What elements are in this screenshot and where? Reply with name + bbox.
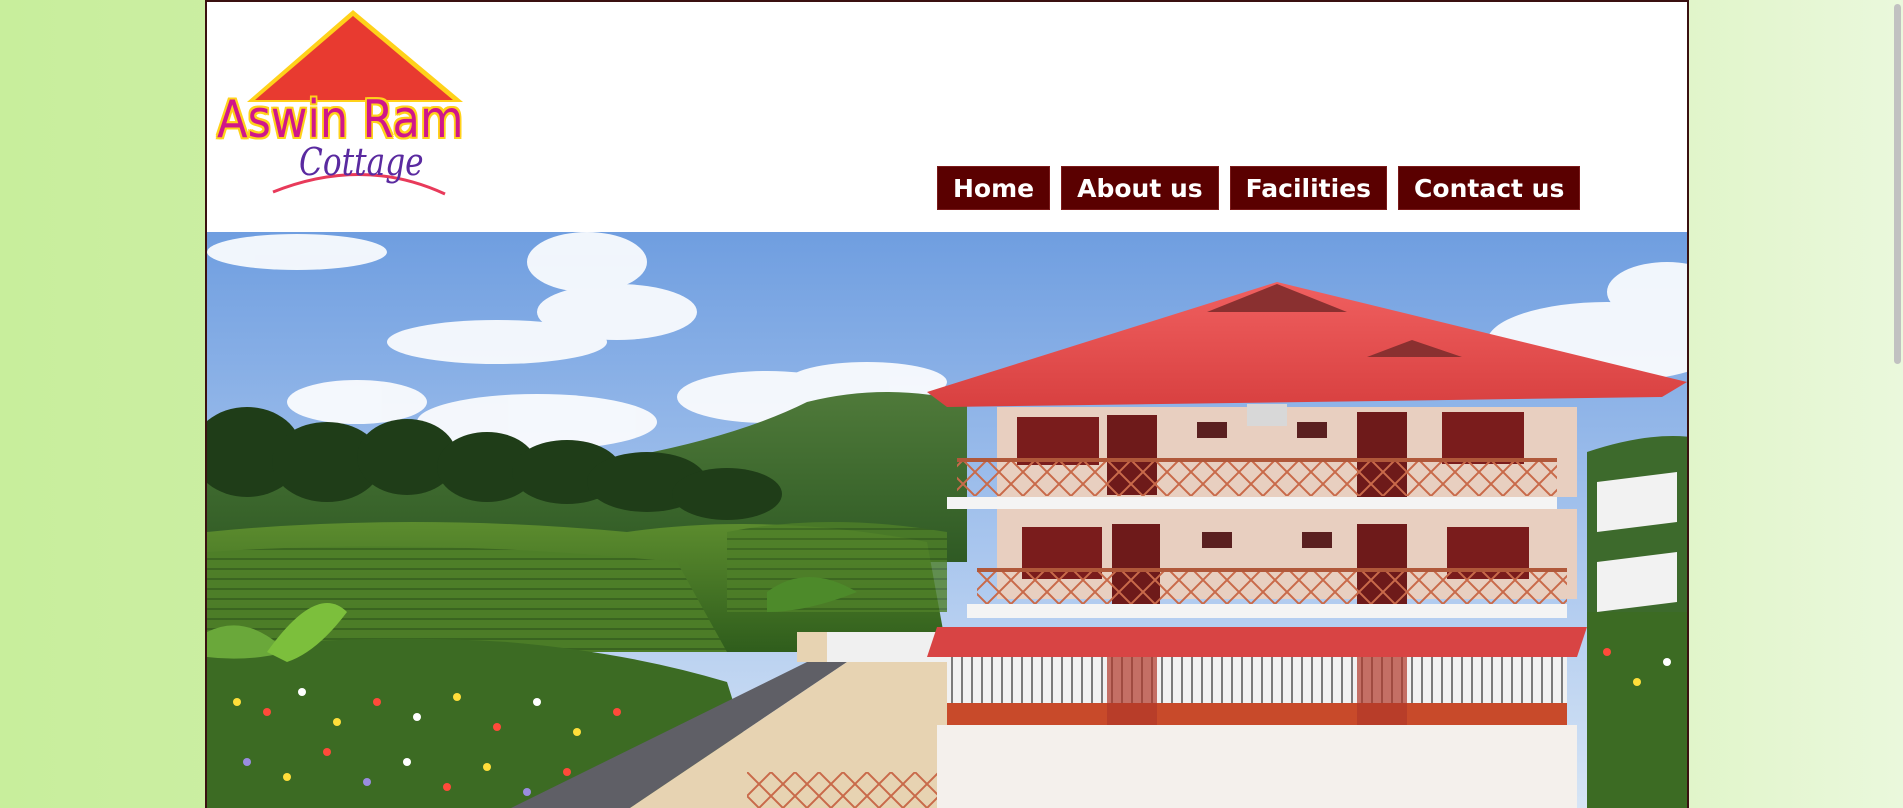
main-nav: Home About us Facilities Contact us: [937, 166, 1581, 210]
site-logo[interactable]: Aswin Ram Cottage: [213, 6, 503, 202]
hero-image: [207, 232, 1687, 808]
vertical-scrollbar[interactable]: [1891, 0, 1903, 808]
nav-contact-button[interactable]: Contact us: [1398, 166, 1581, 210]
nav-facilities-button[interactable]: Facilities: [1229, 166, 1388, 210]
nav-about-button[interactable]: About us: [1061, 166, 1219, 210]
logo-tagline: Cottage: [299, 140, 424, 184]
site-header: Aswin Ram Cottage Home About us Faciliti…: [207, 2, 1687, 232]
page-container: Aswin Ram Cottage Home About us Faciliti…: [205, 0, 1689, 808]
nav-home-button[interactable]: Home: [937, 166, 1051, 210]
scrollbar-thumb[interactable]: [1894, 4, 1901, 364]
